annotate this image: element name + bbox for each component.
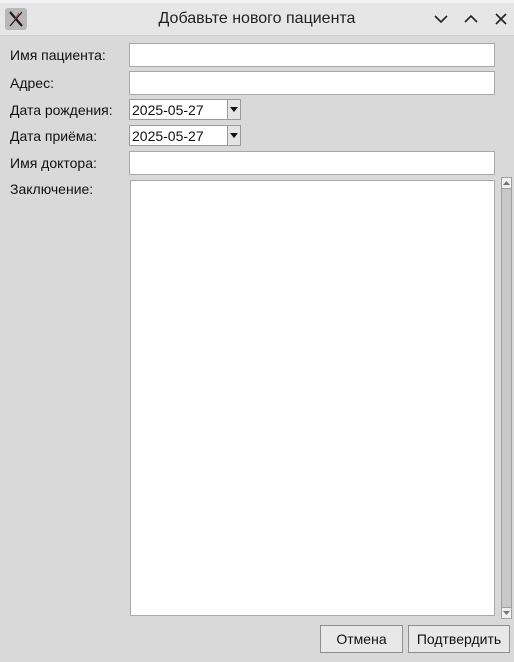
confirm-button[interactable]: Подтвердить bbox=[408, 625, 510, 653]
scroll-up-button[interactable] bbox=[501, 177, 512, 189]
title-bar[interactable]: Добавьте нового пациента bbox=[0, 3, 514, 36]
doctor-name-input[interactable] bbox=[129, 151, 495, 175]
close-icon bbox=[495, 13, 507, 25]
address-label: Адрес: bbox=[10, 75, 54, 91]
appointment-date-picker[interactable]: 2025-05-27 bbox=[129, 125, 241, 146]
cancel-button[interactable]: Отмена bbox=[320, 625, 403, 653]
conclusion-textarea[interactable] bbox=[130, 180, 495, 616]
appointment-date-dropdown-button[interactable] bbox=[227, 126, 240, 145]
scroll-track[interactable] bbox=[501, 189, 512, 607]
maximize-icon bbox=[464, 14, 478, 23]
address-input[interactable] bbox=[129, 71, 495, 95]
minimize-icon bbox=[434, 15, 448, 24]
conclusion-label: Заключение: bbox=[10, 181, 94, 197]
chevron-down-icon bbox=[230, 107, 238, 112]
minimize-button[interactable] bbox=[429, 7, 453, 31]
appointment-date-label: Дата приёма: bbox=[10, 128, 98, 144]
chevron-down-icon bbox=[503, 611, 510, 615]
close-button[interactable] bbox=[489, 7, 513, 31]
birth-date-label: Дата рождения: bbox=[10, 102, 113, 118]
doctor-name-label: Имя доктора: bbox=[10, 155, 97, 171]
maximize-button[interactable] bbox=[459, 7, 483, 31]
scroll-down-button[interactable] bbox=[501, 607, 512, 619]
appointment-date-value: 2025-05-27 bbox=[132, 128, 204, 144]
birth-date-dropdown-button[interactable] bbox=[227, 100, 240, 119]
patient-name-label: Имя пациента: bbox=[10, 47, 106, 63]
patient-name-input[interactable] bbox=[129, 43, 495, 67]
chevron-up-icon bbox=[503, 181, 510, 185]
add-patient-dialog: Добавьте нового пациента Имя пациента: А… bbox=[0, 0, 514, 662]
conclusion-scrollbar[interactable] bbox=[499, 177, 514, 619]
birth-date-value: 2025-05-27 bbox=[132, 102, 204, 118]
chevron-down-icon bbox=[230, 133, 238, 138]
birth-date-picker[interactable]: 2025-05-27 bbox=[129, 99, 241, 120]
